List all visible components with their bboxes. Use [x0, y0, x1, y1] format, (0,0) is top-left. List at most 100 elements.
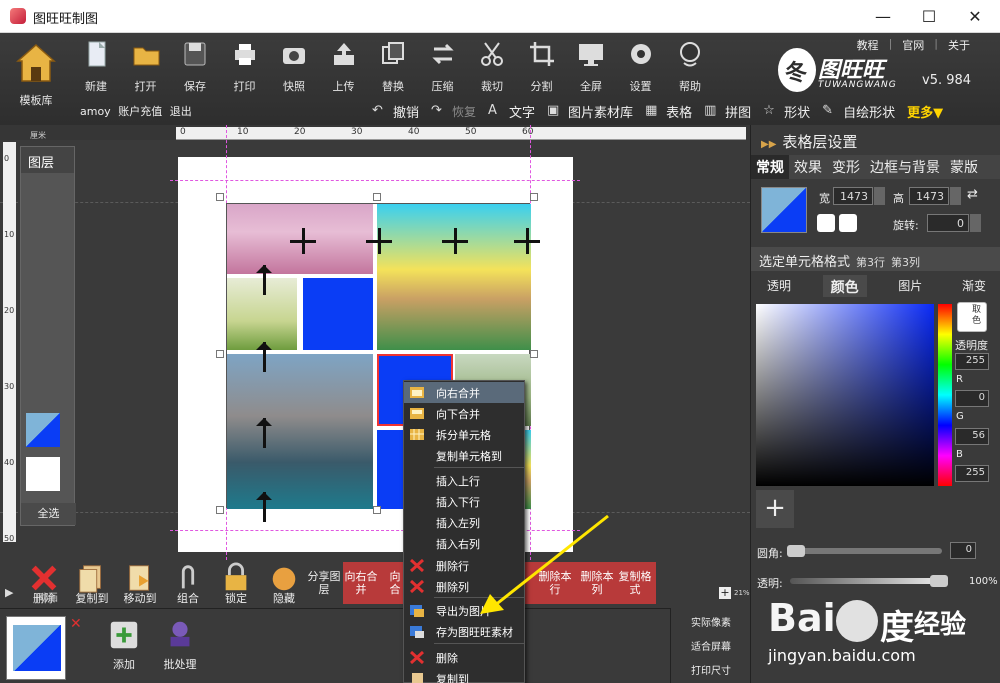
panel-tab-0[interactable]: 常规	[751, 155, 789, 179]
panel-tab-2[interactable]: 变形	[827, 155, 865, 179]
transparency-slider[interactable]	[790, 578, 945, 584]
copy-format-button[interactable]: 复制格式	[617, 570, 653, 596]
vertical-ruler[interactable]: 0 10 20 30 40 50	[3, 142, 16, 543]
hue-slider[interactable]	[938, 304, 952, 486]
maximize-button[interactable]: ☐	[906, 0, 952, 32]
add-page-button[interactable]: 添加	[102, 618, 146, 672]
zoom-in-button[interactable]: +	[719, 587, 731, 599]
green-input[interactable]: 56	[955, 428, 989, 445]
imglib-button[interactable]: ▣ 图片素材库	[541, 99, 639, 123]
resize-handle[interactable]	[530, 350, 538, 358]
resize-handle[interactable]	[373, 506, 381, 514]
link-ratio-icon[interactable]: ⇄	[967, 187, 987, 205]
horizontal-ruler[interactable]: 0 10 20 30 40 50 60	[176, 127, 746, 140]
resize-handle[interactable]	[216, 350, 224, 358]
moveto-layer-button[interactable]: 移动到	[120, 562, 160, 606]
context-menu-item[interactable]: 插入上行	[404, 470, 524, 491]
toolbar-help-button[interactable]: 帮助	[666, 37, 714, 93]
table-button[interactable]: ▦ 表格	[639, 99, 698, 123]
hide-layer-button[interactable]: 隐藏	[264, 562, 304, 606]
merge-down-button[interactable]: 向合	[387, 570, 403, 596]
panel-tab-4[interactable]: 蒙版	[945, 155, 983, 179]
view-option-2[interactable]: 打印尺寸	[671, 662, 751, 677]
context-menu-item[interactable]: 删除	[404, 647, 524, 668]
toolbar-print-button[interactable]: 打印	[221, 37, 269, 93]
resize-handle[interactable]	[373, 193, 381, 201]
fill-tab-0[interactable]: 透明	[759, 275, 799, 297]
merge-right-button[interactable]: 向右合并	[343, 570, 379, 596]
toolbar-new-button[interactable]: 新建	[72, 37, 120, 93]
page-thumbnail[interactable]	[6, 616, 66, 680]
fill-tab-1[interactable]: 颜色	[822, 275, 867, 297]
width-input[interactable]: 1473	[833, 187, 873, 205]
more-button[interactable]: 更多▼	[901, 99, 949, 123]
toolbar-snapshot-button[interactable]: 快照	[270, 37, 318, 93]
opacity-input[interactable]: 255	[955, 353, 989, 370]
view-option-1[interactable]: 适合屏幕	[671, 638, 751, 653]
add-color-button[interactable]: +	[756, 490, 794, 528]
context-menu-item[interactable]: 存为图旺旺素材	[404, 621, 524, 642]
context-menu-item[interactable]: 复制到	[404, 668, 524, 683]
red-input[interactable]: 0	[955, 390, 989, 407]
transparency-slider-knob[interactable]	[930, 575, 948, 587]
flip-horizontal-icon[interactable]	[817, 214, 835, 232]
about-link[interactable]: 关于	[948, 37, 970, 53]
toolbar-compress-button[interactable]: 压缩	[419, 37, 467, 93]
share-layer-button[interactable]: 分享图层	[305, 570, 343, 596]
collage-button[interactable]: ▥ 拼图	[698, 99, 757, 123]
rotate-input[interactable]: 0	[927, 214, 969, 232]
width-spinner[interactable]	[874, 187, 885, 205]
draw-button[interactable]: ✎ 自绘形状	[816, 99, 901, 123]
batch-page-button[interactable]: 批处理	[158, 618, 202, 672]
logout-link[interactable]: 退出	[170, 105, 192, 118]
color-picker-area[interactable]	[756, 304, 934, 486]
redo-button[interactable]: ↷ 恢复	[425, 99, 482, 123]
blue-input[interactable]: 255	[955, 465, 989, 482]
undo-button[interactable]: ↶ 撤销	[366, 99, 425, 123]
select-all-layers-button[interactable]: 全选	[21, 503, 76, 525]
panel-tab-1[interactable]: 效果	[789, 155, 827, 179]
corner-slider[interactable]	[787, 548, 942, 554]
text-button[interactable]: A 文字	[482, 99, 541, 123]
fill-tab-2[interactable]: 图片	[890, 275, 930, 297]
resize-handle[interactable]	[530, 193, 538, 201]
height-spinner[interactable]	[950, 187, 961, 205]
toolbar-upload-button[interactable]: 上传	[320, 37, 368, 93]
toolbar-replace-button[interactable]: 替换	[369, 37, 417, 93]
play-button[interactable]: ▶	[5, 586, 19, 600]
height-input[interactable]: 1473	[909, 187, 949, 205]
resize-handle[interactable]	[216, 193, 224, 201]
fill-tab-3[interactable]: 渐变	[954, 275, 994, 297]
remove-page-icon[interactable]: ✕	[70, 616, 82, 632]
minimize-button[interactable]: —	[860, 0, 906, 32]
toolbar-cut-button[interactable]: 裁切	[468, 37, 516, 93]
layer-thumbnail[interactable]	[26, 457, 60, 491]
context-menu-item[interactable]: 向右合并	[404, 382, 524, 403]
context-menu-item[interactable]: 插入下行	[404, 491, 524, 512]
close-button[interactable]: ✕	[952, 0, 998, 32]
toolbar-save-button[interactable]: 保存	[171, 37, 219, 93]
table-cell[interactable]	[303, 278, 373, 350]
lock-layer-button[interactable]: 锁定	[216, 562, 256, 606]
view-option-0[interactable]: 实际像素	[671, 614, 751, 629]
toolbar-fullscreen-button[interactable]: 全屏	[567, 37, 615, 93]
flip-vertical-icon[interactable]	[839, 214, 857, 232]
layer-thumbnail[interactable]	[26, 413, 60, 447]
group-layer-button[interactable]: 组合	[168, 562, 208, 606]
corner-slider-knob[interactable]	[787, 545, 805, 557]
context-menu-item[interactable]: 向下合并	[404, 403, 524, 424]
table-cell[interactable]	[227, 354, 373, 509]
toolbar-split-button[interactable]: 分割	[518, 37, 566, 93]
recharge-link[interactable]: 账户充值	[118, 105, 162, 118]
copyto-layer-button[interactable]: 复制到	[72, 562, 112, 606]
rotate-spinner[interactable]	[970, 214, 981, 232]
corner-input[interactable]: 0	[950, 542, 976, 559]
toolbar-settings-button[interactable]: 设置	[617, 37, 665, 93]
template-library-button[interactable]: 模板库	[10, 41, 62, 115]
context-menu-item[interactable]: 复制单元格到	[404, 445, 524, 466]
panel-tab-3[interactable]: 边框与背景	[865, 155, 945, 179]
shape-button[interactable]: ☆ 形状	[757, 99, 816, 123]
toolbar-open-button[interactable]: 打开	[122, 37, 170, 93]
resize-handle[interactable]	[216, 506, 224, 514]
context-menu-item[interactable]: 拆分单元格	[404, 424, 524, 445]
